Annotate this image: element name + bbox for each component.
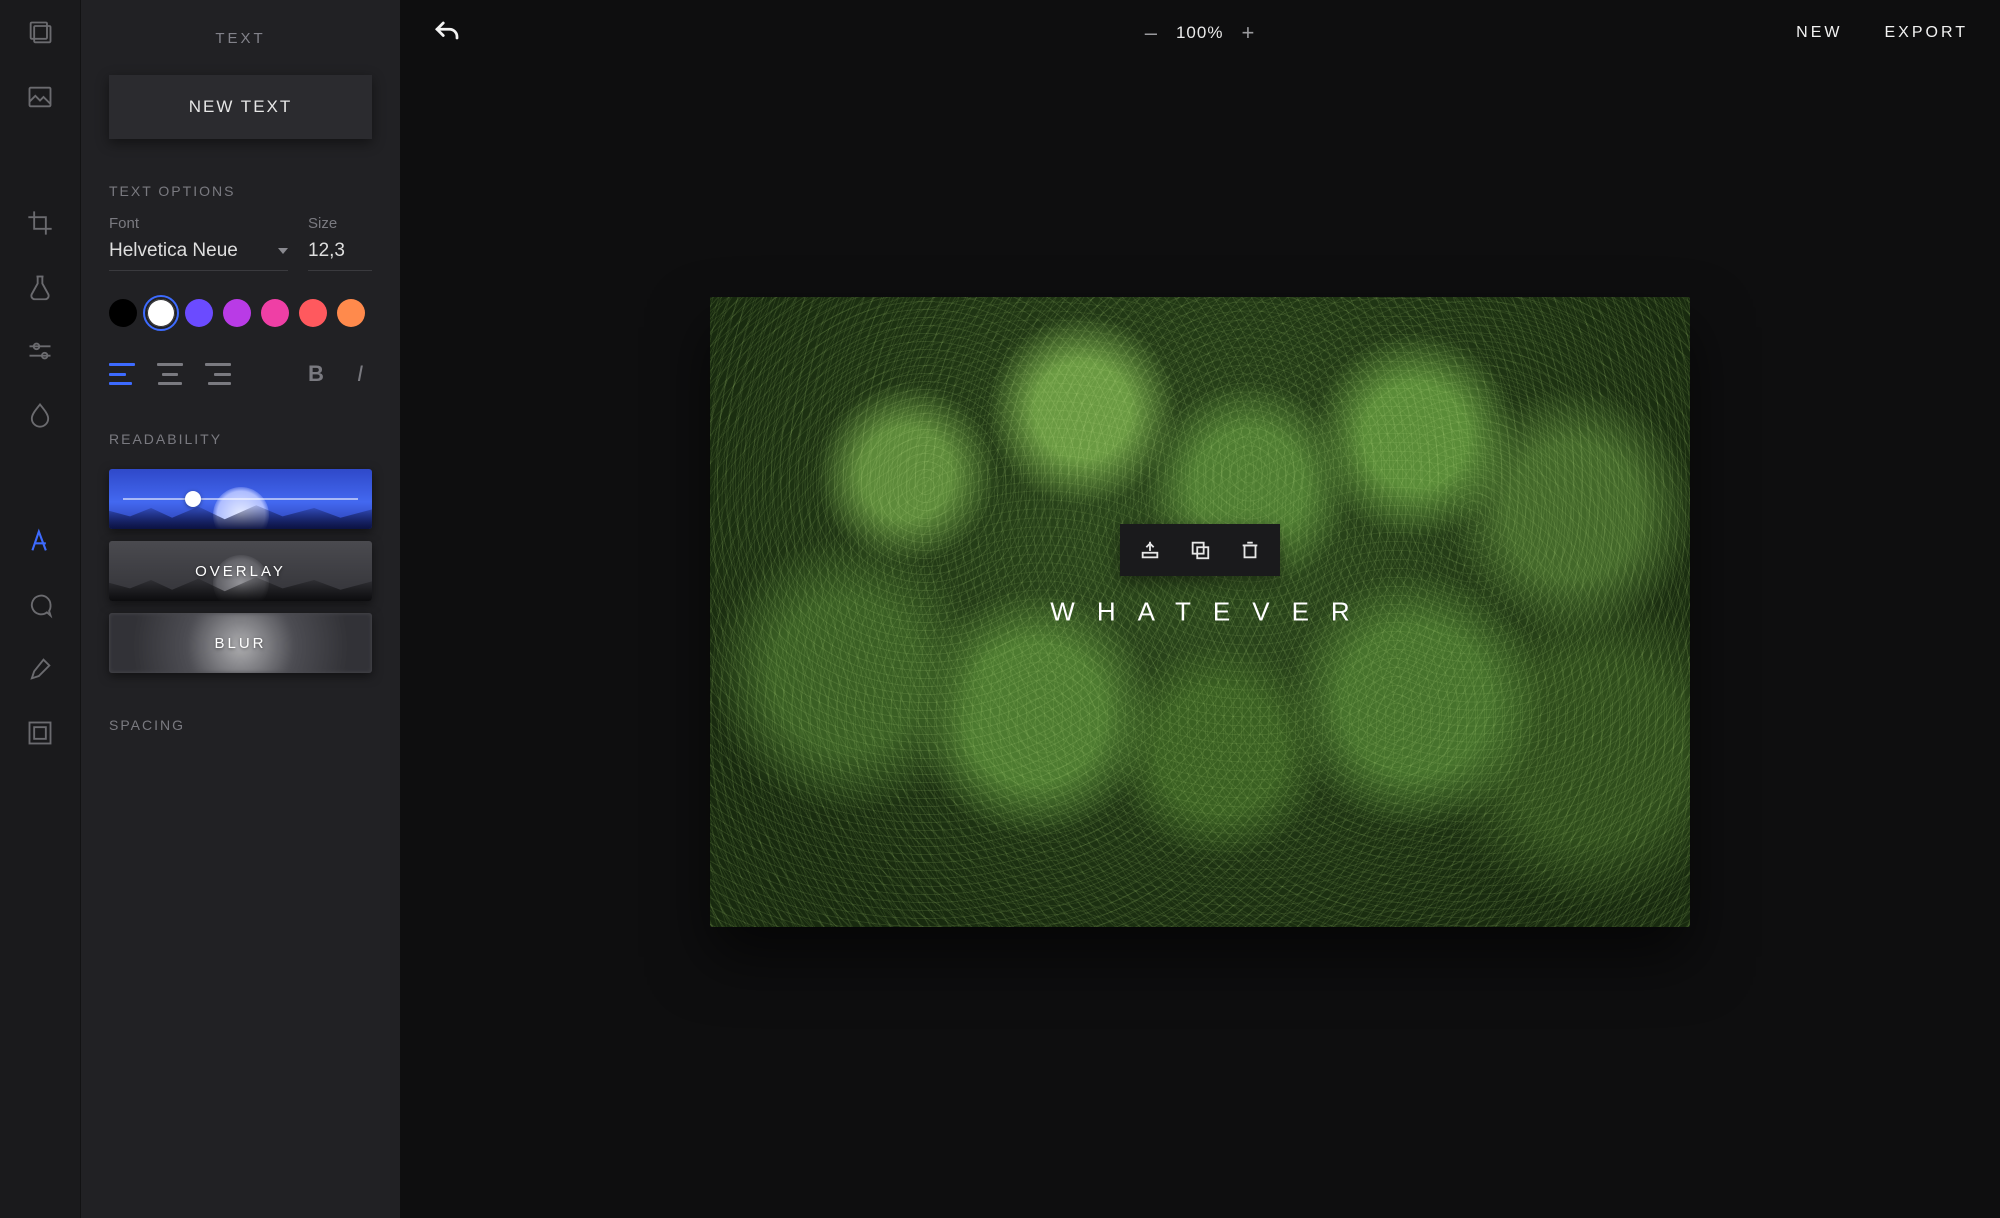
readability-overlay-card[interactable]: OVERLAY bbox=[109, 541, 372, 601]
flask-icon[interactable] bbox=[25, 272, 55, 302]
blur-label: BLUR bbox=[214, 635, 266, 652]
photos-icon[interactable] bbox=[25, 18, 55, 48]
floating-toolbar bbox=[1120, 524, 1280, 576]
tool-rail bbox=[0, 0, 80, 1218]
section-spacing: SPACING bbox=[109, 717, 372, 733]
sidebar-panel: TEXT NEW TEXT TEXT OPTIONS Font Helvetic… bbox=[80, 0, 400, 1218]
color-swatch-3[interactable] bbox=[223, 299, 251, 327]
overlay-label: OVERLAY bbox=[195, 563, 286, 580]
undo-button[interactable] bbox=[432, 18, 462, 48]
stage: – 100% + NEW EXPORT WHATEVER bbox=[400, 0, 2000, 1218]
droplet-icon[interactable] bbox=[25, 400, 55, 430]
sliders-icon[interactable] bbox=[25, 336, 55, 366]
zoom-control: – 100% + bbox=[1145, 22, 1256, 44]
bold-button[interactable]: B bbox=[304, 361, 328, 387]
topbar: – 100% + NEW EXPORT bbox=[400, 0, 2000, 66]
section-text-options: TEXT OPTIONS bbox=[109, 183, 372, 199]
color-swatch-2[interactable] bbox=[185, 299, 213, 327]
image-icon[interactable] bbox=[25, 82, 55, 112]
size-field[interactable]: Size 12,3 bbox=[308, 215, 372, 271]
font-field[interactable]: Font Helvetica Neue bbox=[109, 215, 288, 271]
readability-brightness-card[interactable] bbox=[109, 469, 372, 529]
frame-icon[interactable] bbox=[25, 718, 55, 748]
brightness-slider-track bbox=[123, 498, 358, 500]
panel-title: TEXT bbox=[81, 0, 400, 75]
crop-icon[interactable] bbox=[25, 208, 55, 238]
chat-icon[interactable] bbox=[25, 590, 55, 620]
zoom-in-button[interactable]: + bbox=[1241, 22, 1255, 44]
color-swatch-0[interactable] bbox=[109, 299, 137, 327]
bring-forward-icon[interactable] bbox=[1138, 538, 1162, 562]
align-left-button[interactable] bbox=[109, 363, 135, 385]
brush-icon[interactable] bbox=[25, 654, 55, 684]
export-button[interactable]: EXPORT bbox=[1885, 24, 1969, 42]
color-swatch-6[interactable] bbox=[337, 299, 365, 327]
chevron-down-icon bbox=[278, 248, 288, 254]
color-swatches bbox=[109, 299, 372, 327]
size-value: 12,3 bbox=[308, 240, 345, 262]
delete-icon[interactable] bbox=[1238, 538, 1262, 562]
italic-button[interactable]: I bbox=[348, 361, 372, 387]
align-right-button[interactable] bbox=[205, 363, 231, 385]
align-center-button[interactable] bbox=[157, 363, 183, 385]
canvas[interactable]: WHATEVER bbox=[710, 297, 1690, 928]
new-button[interactable]: NEW bbox=[1796, 24, 1842, 42]
duplicate-icon[interactable] bbox=[1188, 538, 1212, 562]
zoom-out-button[interactable]: – bbox=[1145, 22, 1158, 44]
brightness-slider-knob[interactable] bbox=[185, 491, 201, 507]
color-swatch-4[interactable] bbox=[261, 299, 289, 327]
section-readability: READABILITY bbox=[109, 431, 372, 447]
color-swatch-1[interactable] bbox=[147, 299, 175, 327]
text-icon[interactable] bbox=[25, 526, 55, 556]
zoom-value: 100% bbox=[1176, 23, 1223, 43]
size-label: Size bbox=[308, 215, 372, 232]
readability-blur-card[interactable]: BLUR bbox=[109, 613, 372, 673]
new-text-button[interactable]: NEW TEXT bbox=[109, 75, 372, 139]
canvas-text[interactable]: WHATEVER bbox=[1028, 597, 1371, 628]
font-label: Font bbox=[109, 215, 288, 232]
font-value: Helvetica Neue bbox=[109, 240, 238, 262]
color-swatch-5[interactable] bbox=[299, 299, 327, 327]
